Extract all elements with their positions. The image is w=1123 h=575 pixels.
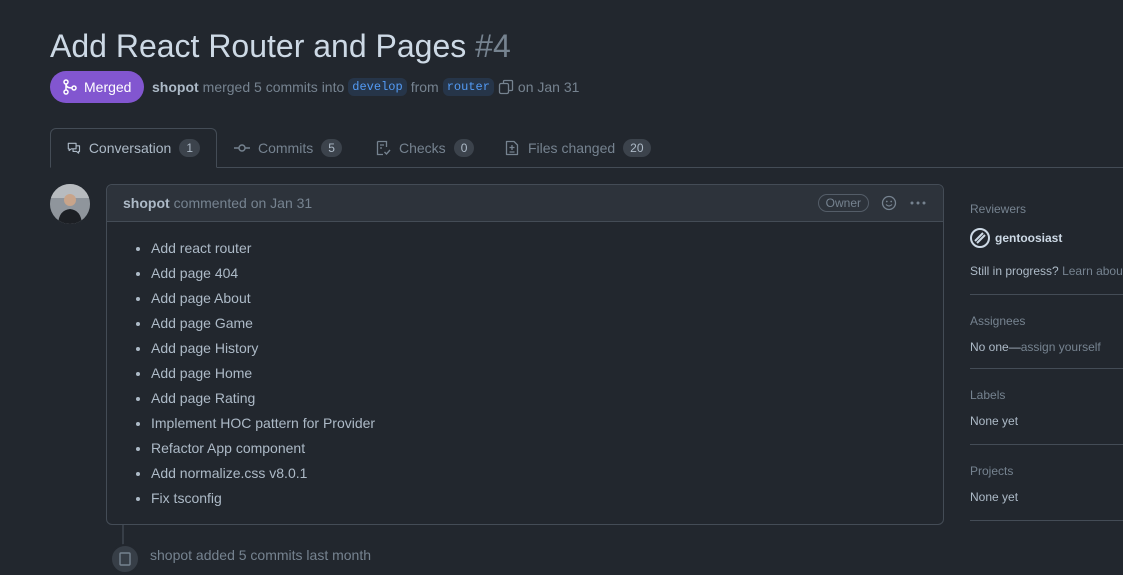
comment-header: shopot commented on Jan 31 Owner [107, 185, 943, 222]
labels-value: None yet [970, 414, 1019, 428]
tab-checks[interactable]: Checks 0 [359, 128, 490, 167]
comment-discussion-icon [67, 142, 81, 154]
timeline-event: shopot added 5 commits last month [150, 547, 372, 563]
merge-date: on Jan 31 [517, 79, 580, 95]
progress-question: Still in progress? [970, 264, 1059, 278]
list-item: Add page Home [151, 361, 943, 386]
avatar-image [50, 184, 90, 224]
reviewer-name[interactable]: gentoosiast [995, 231, 1062, 245]
reviewer-avatar-icon [970, 228, 990, 248]
sidebar: Reviewers gentoosiast Still in progress?… [970, 184, 1123, 521]
comment-author[interactable]: shopot [123, 195, 170, 211]
list-item: Add normalize.css v8.0.1 [151, 461, 943, 486]
repo-push-icon [119, 552, 131, 566]
labels-heading[interactable]: Labels [970, 388, 1123, 402]
list-item: Add page About [151, 286, 943, 311]
comment-meta[interactable]: commented on Jan 31 [174, 195, 313, 211]
tab-commits-label: Commits [258, 139, 314, 156]
change-list: Add react router Add page 404 Add page A… [107, 222, 943, 511]
merged-status-badge: Merged [50, 71, 145, 103]
tab-checks-label: Checks [399, 139, 446, 156]
reviewer-row: gentoosiast [970, 228, 1123, 248]
git-commit-icon [234, 143, 250, 152]
tab-conversation-label: Conversation [88, 140, 172, 156]
head-branch-link[interactable]: router [442, 78, 494, 96]
smiley-icon[interactable] [881, 195, 897, 211]
merge-text: merged 5 commits into [202, 79, 345, 95]
reviewers-section: Reviewers gentoosiast Still in progress?… [970, 184, 1123, 295]
assignees-none: No one— [970, 340, 1021, 354]
projects-heading[interactable]: Projects [970, 464, 1123, 478]
assignees-heading[interactable]: Assignees [970, 314, 1123, 328]
timeline-badge [110, 544, 140, 574]
list-item: Add page History [151, 336, 943, 361]
tab-checks-count: 0 [453, 138, 475, 157]
merged-label: Merged [84, 79, 132, 95]
list-item: Add page Rating [151, 386, 943, 411]
tab-files-changed[interactable]: Files changed 20 [488, 128, 667, 167]
comment-box: shopot commented on Jan 31 Owner Add rea… [106, 184, 944, 525]
assignees-value: No one—assign yourself [970, 340, 1123, 354]
tab-files-changed-count: 20 [623, 138, 651, 157]
kebab-horizontal-icon[interactable] [909, 195, 927, 211]
pr-title: Add React Router and Pages #4 [50, 28, 511, 65]
base-branch-link[interactable]: develop [348, 78, 407, 96]
review-progress: Still in progress? Learn about [970, 264, 1123, 278]
reviewers-heading[interactable]: Reviewers [970, 202, 1123, 216]
learn-about-link[interactable]: Learn about [1062, 264, 1123, 278]
list-item: Refactor App component [151, 436, 943, 461]
file-diff-icon [505, 140, 519, 155]
git-merge-icon [63, 79, 77, 95]
tab-commits[interactable]: Commits 5 [218, 128, 358, 167]
assignees-section: Assignees No one—assign yourself [970, 295, 1123, 369]
avatar[interactable] [50, 184, 90, 224]
tab-conversation[interactable]: Conversation 1 [50, 128, 217, 168]
list-item: Fix tsconfig [151, 486, 943, 511]
pr-number: #4 [475, 28, 511, 64]
list-item: Implement HOC pattern for Provider [151, 411, 943, 436]
copy-icon[interactable] [498, 79, 514, 95]
merge-author-link[interactable]: shopot [152, 79, 199, 95]
checklist-icon [376, 140, 391, 155]
from-text: from [410, 79, 439, 95]
assign-yourself-link[interactable]: assign yourself [1021, 340, 1101, 354]
tab-files-changed-label: Files changed [528, 139, 616, 156]
list-item: Add react router [151, 236, 943, 261]
tab-commits-count: 5 [321, 138, 342, 157]
labels-section: Labels None yet [970, 369, 1123, 445]
projects-value: None yet [970, 490, 1019, 504]
list-item: Add page 404 [151, 261, 943, 286]
tab-conversation-count: 1 [179, 139, 200, 157]
comment-body: Add react router Add page 404 Add page A… [107, 222, 943, 511]
list-item: Add page Game [151, 311, 943, 336]
owner-badge: Owner [817, 194, 869, 212]
pr-title-text: Add React Router and Pages [50, 28, 467, 64]
pr-meta: shopot merged 5 commits into develop fro… [152, 78, 579, 96]
projects-section: Projects None yet [970, 445, 1123, 521]
